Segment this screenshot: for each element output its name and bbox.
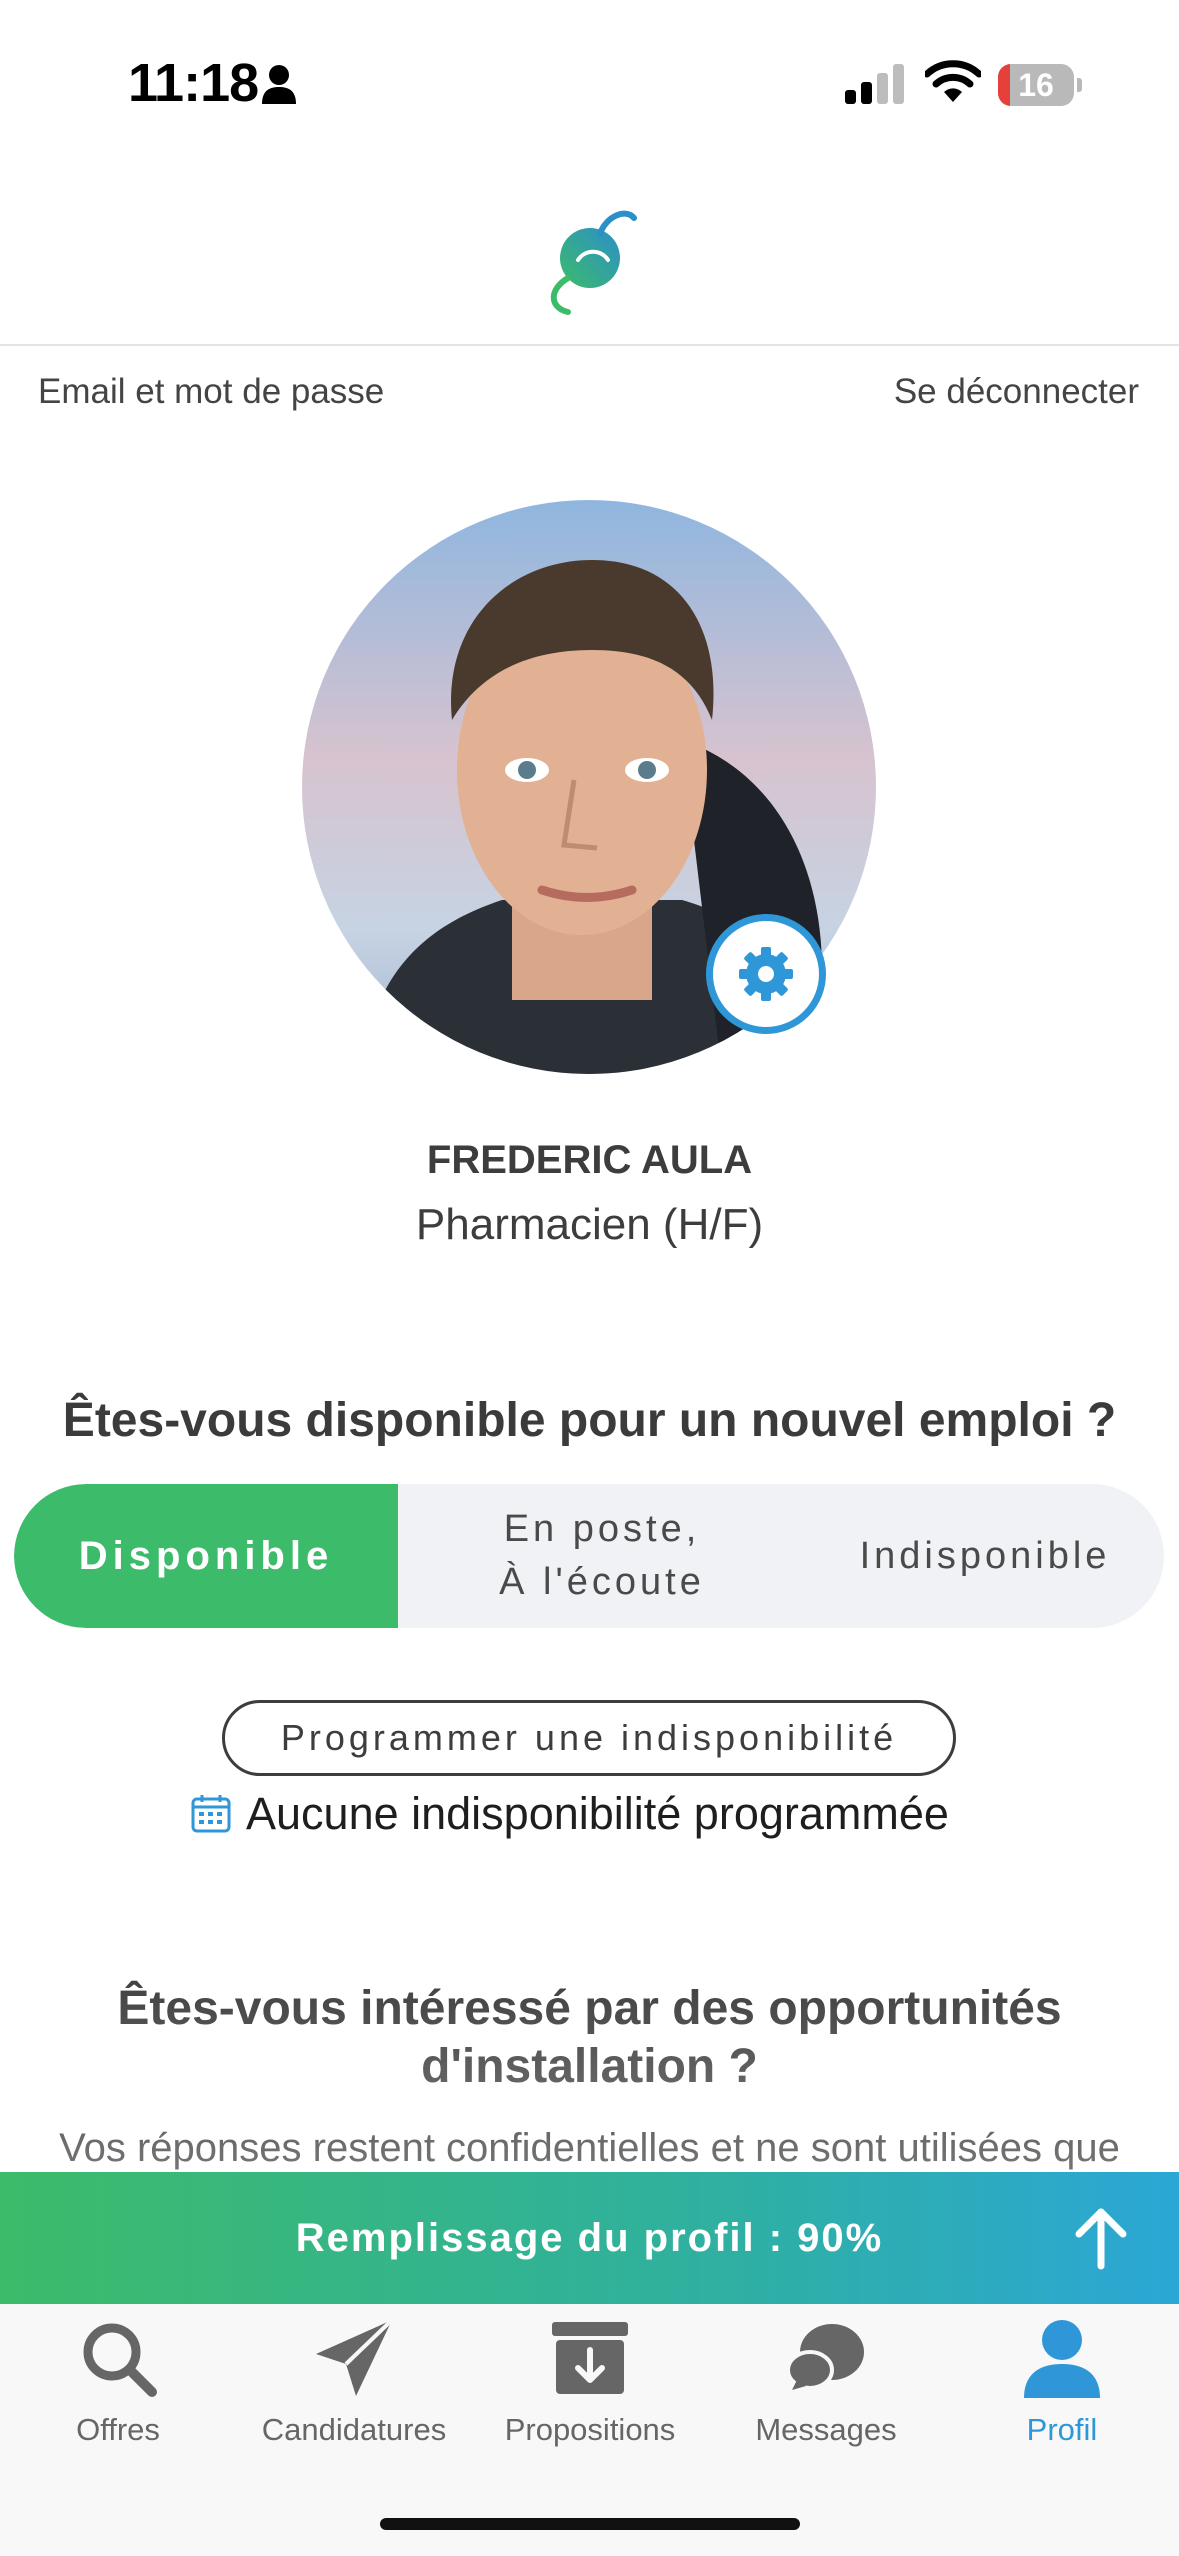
schedule-unavailability-button[interactable]: Programmer une indisponibilité [222, 1700, 956, 1776]
profile-job: Pharmacien (H/F) [415, 1200, 764, 1249]
wifi-icon [925, 60, 981, 102]
archive-download-icon [552, 2322, 628, 2394]
tab-offres[interactable]: Offres [0, 2316, 236, 2456]
chat-bubbles-icon [786, 2324, 864, 2390]
tab-label: Candidatures [261, 2412, 447, 2447]
app-logo [550, 210, 637, 315]
tab-label: Offres [76, 2412, 160, 2447]
home-indicator [380, 2518, 800, 2530]
status-time: 11:18 [128, 53, 259, 113]
profile-settings-button[interactable] [706, 914, 826, 1034]
gear-icon [739, 947, 793, 1001]
battery-level: 16 [1018, 67, 1054, 103]
person-icon [262, 65, 296, 104]
availability-question: Êtes-vous disponible pour un nouvel empl… [62, 1394, 1117, 1447]
profile-name: FREDERIC AULA [426, 1138, 753, 1182]
availability-option-en-poste[interactable]: En poste, À l'écoute [398, 1484, 806, 1628]
tab-messages[interactable]: Messages [708, 2316, 944, 2456]
availability-option-disponible[interactable]: Disponible [14, 1484, 398, 1628]
user-icon [1024, 2320, 1100, 2398]
tab-label: Propositions [504, 2412, 676, 2447]
search-icon [83, 2323, 157, 2397]
tab-propositions[interactable]: Propositions [472, 2316, 708, 2456]
logout-link[interactable]: Se déconnecter [894, 372, 1139, 412]
calendar-icon [191, 1795, 231, 1833]
availability-selector: Disponible En poste, À l'écoute Indispon… [14, 1484, 1164, 1628]
scheduled-unavailability-status: Aucune indisponibilité programmée [246, 1788, 949, 1839]
tab-label: Profil [1026, 2412, 1098, 2447]
battery-indicator: 16 [998, 64, 1082, 106]
header-divider [0, 344, 1179, 346]
profile-completion-label: Remplissage du profil : 90% [295, 2215, 884, 2260]
paper-plane-icon [316, 2318, 394, 2396]
tab-profil[interactable]: Profil [944, 2316, 1179, 2456]
availability-option-indisponible[interactable]: Indisponible [806, 1484, 1164, 1628]
arrow-up-icon[interactable] [1063, 2200, 1139, 2276]
email-password-link[interactable]: Email et mot de passe [38, 372, 384, 412]
tab-candidatures[interactable]: Candidatures [236, 2316, 472, 2456]
opportunities-question: Êtes-vous intéressé par des opportunités… [117, 1982, 1062, 2093]
profile-completion-bar[interactable]: Remplissage du profil : 90% [0, 2172, 1179, 2304]
cellular-signal-icon [845, 64, 904, 104]
confidentiality-note: Vos réponses restent confidentielles et … [59, 2126, 1120, 2170]
tab-label: Messages [755, 2412, 897, 2447]
